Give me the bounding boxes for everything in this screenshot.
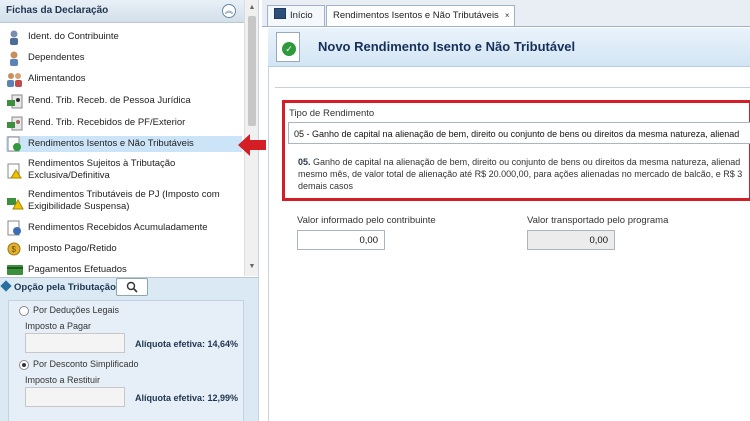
coin-icon: $ — [6, 241, 24, 257]
tax-option-box: Por Deduções Legais Imposto a Pagar Alíq… — [8, 300, 244, 421]
sidebar-item-label: Rend. Trib. Receb. de Pessoa Jurídica — [28, 95, 191, 106]
radio-desconto-simplificado[interactable] — [19, 360, 29, 370]
tab-bar: Início Rendimentos Isentos e Não Tributá… — [262, 0, 750, 27]
sidebar-item-label: Pagamentos Efetuados — [28, 264, 127, 275]
page-title: Novo Rendimento Isento e Não Tributável — [318, 39, 576, 54]
imposto-restituir-label: Imposto a Restituir — [25, 375, 101, 385]
search-button[interactable] — [116, 278, 148, 296]
sidebar-item-ident-contribuinte[interactable]: Ident. do Contribuinte — [6, 29, 242, 45]
sidebar-item-pagamentos[interactable]: Pagamentos Efetuados — [6, 262, 242, 278]
sidebar-title: Fichas da Declaração — [6, 5, 109, 16]
sidebar-item-rend-trib-pj[interactable]: Rend. Trib. Receb. de Pessoa Jurídica — [6, 93, 242, 109]
aliquota-efetiva-2: Alíquota efetiva: 12,99% — [135, 393, 239, 403]
svg-text:$: $ — [12, 245, 17, 254]
home-icon — [274, 8, 286, 19]
imposto-pagar-label: Imposto a Pagar — [25, 321, 92, 331]
tax-option-title: Opção pela Tributação: — [14, 282, 120, 293]
sidebar-list: Ident. do Contribuinte Dependentes Alime… — [0, 24, 244, 275]
sidebar-item-label: Rendimentos Sujeitos à Tributação — [28, 158, 176, 169]
aliquota-efetiva-1: Alíquota efetiva: 14,64% — [135, 339, 239, 349]
sidebar-item-label: Alimentandos — [28, 73, 86, 84]
sidebar-item-rend-isentos[interactable]: Rendimentos Isentos e Não Tributáveis — [6, 136, 242, 152]
family-icon — [6, 71, 24, 87]
tab-inicio[interactable]: Início — [267, 5, 325, 26]
scroll-thumb[interactable] — [248, 16, 256, 126]
tipo-rendimento-label: Tipo de Rendimento — [289, 108, 375, 119]
imposto-pagar-field — [25, 333, 125, 353]
sidebar-item-rend-exclusiva[interactable]: Rendimentos Sujeitos à Tributação Exclusi… — [6, 158, 242, 184]
money-pj-icon — [6, 93, 24, 109]
sidebar-item-label: Imposto Pago/Retido — [28, 243, 117, 254]
scroll-down-icon[interactable]: ▼ — [247, 262, 257, 272]
person-icon — [6, 29, 24, 45]
sidebar-item-label-line2: Exclusiva/Definitiva — [28, 170, 110, 181]
sidebar-item-label: Rend. Trib. Recebidos de PF/Exterior — [28, 117, 186, 128]
sidebar-item-label: Rendimentos Recebidos Acumuladamente — [28, 222, 208, 233]
sidebar-item-rend-acumuladamente[interactable]: Rendimentos Recebidos Acumuladamente — [6, 220, 242, 236]
sidebar-item-rend-trib-pf[interactable]: Rend. Trib. Recebidos de PF/Exterior — [6, 115, 242, 131]
tipo-rendimento-description: 05. Ganho de capital na alienação de bem… — [298, 156, 750, 192]
sidebar: Fichas da Declaração ︽ Ident. do Contrib… — [0, 0, 259, 421]
divider — [275, 87, 750, 88]
tipo-desc-text: Ganho de capital na alienação de bem, di… — [298, 157, 743, 191]
search-icon — [126, 281, 138, 293]
tipo-desc-code: 05. — [298, 157, 311, 167]
tax-option-panel: Opção pela Tributação: Por Deduções Lega… — [0, 277, 258, 421]
valor-transportado-field: 0,00 — [527, 230, 615, 250]
expand-arrow-icon[interactable] — [0, 280, 12, 292]
dependents-icon — [6, 50, 24, 66]
doc-check-icon — [6, 136, 24, 152]
sidebar-item-label: Ident. do Contribuinte — [28, 31, 119, 42]
imposto-restituir-field — [25, 387, 125, 407]
deducoes-label: Por Deduções Legais — [33, 305, 120, 315]
valor-informado-label: Valor informado pelo contribuinte — [297, 215, 436, 226]
tab-inicio-label: Início — [290, 10, 313, 21]
sidebar-header: Fichas da Declaração ︽ — [0, 0, 244, 23]
money-pf-icon — [6, 115, 24, 131]
collapse-icon[interactable]: ︽ — [222, 4, 236, 18]
card-icon — [6, 262, 24, 278]
doc-accum-icon — [6, 220, 24, 236]
scroll-up-icon[interactable]: ▲ — [247, 3, 257, 13]
sidebar-item-label: Rendimentos Isentos e Não Tributáveis — [28, 138, 194, 149]
simplificado-label: Por Desconto Simplificado — [33, 359, 139, 369]
sidebar-item-imposto-pago[interactable]: $ Imposto Pago/Retido — [6, 241, 242, 257]
close-icon[interactable]: × — [505, 11, 510, 20]
sidebar-item-label-line2: Exigibilidade Suspensa) — [28, 201, 130, 212]
money-warning-icon — [6, 194, 24, 210]
radio-deducoes-legais[interactable] — [19, 306, 29, 316]
tab-rendimentos-isentos[interactable]: Rendimentos Isentos e Não Tributáveis × — [326, 5, 515, 26]
valor-transportado-label: Valor transportado pelo programa — [527, 215, 669, 226]
warning-doc-icon — [6, 163, 24, 179]
sidebar-item-rend-exigibilidade[interactable]: Rendimentos Tributáveis de PJ (Imposto c… — [6, 189, 242, 215]
content-header: ✓ Novo Rendimento Isento e Não Tributáve… — [268, 28, 750, 67]
sidebar-item-label: Dependentes — [28, 52, 85, 63]
sidebar-item-alimentandos[interactable]: Alimentandos — [6, 71, 242, 87]
sidebar-item-label: Rendimentos Tributáveis de PJ (Imposto c… — [28, 189, 220, 200]
red-arrow-annotation — [238, 134, 266, 156]
check-icon: ✓ — [282, 42, 296, 56]
valor-informado-input[interactable]: 0,00 — [297, 230, 385, 250]
tab-active-label: Rendimentos Isentos e Não Tributáveis — [333, 10, 499, 21]
sidebar-item-dependentes[interactable]: Dependentes — [6, 50, 242, 66]
tipo-rendimento-select[interactable]: 05 - Ganho de capital na alienação de be… — [288, 122, 750, 144]
